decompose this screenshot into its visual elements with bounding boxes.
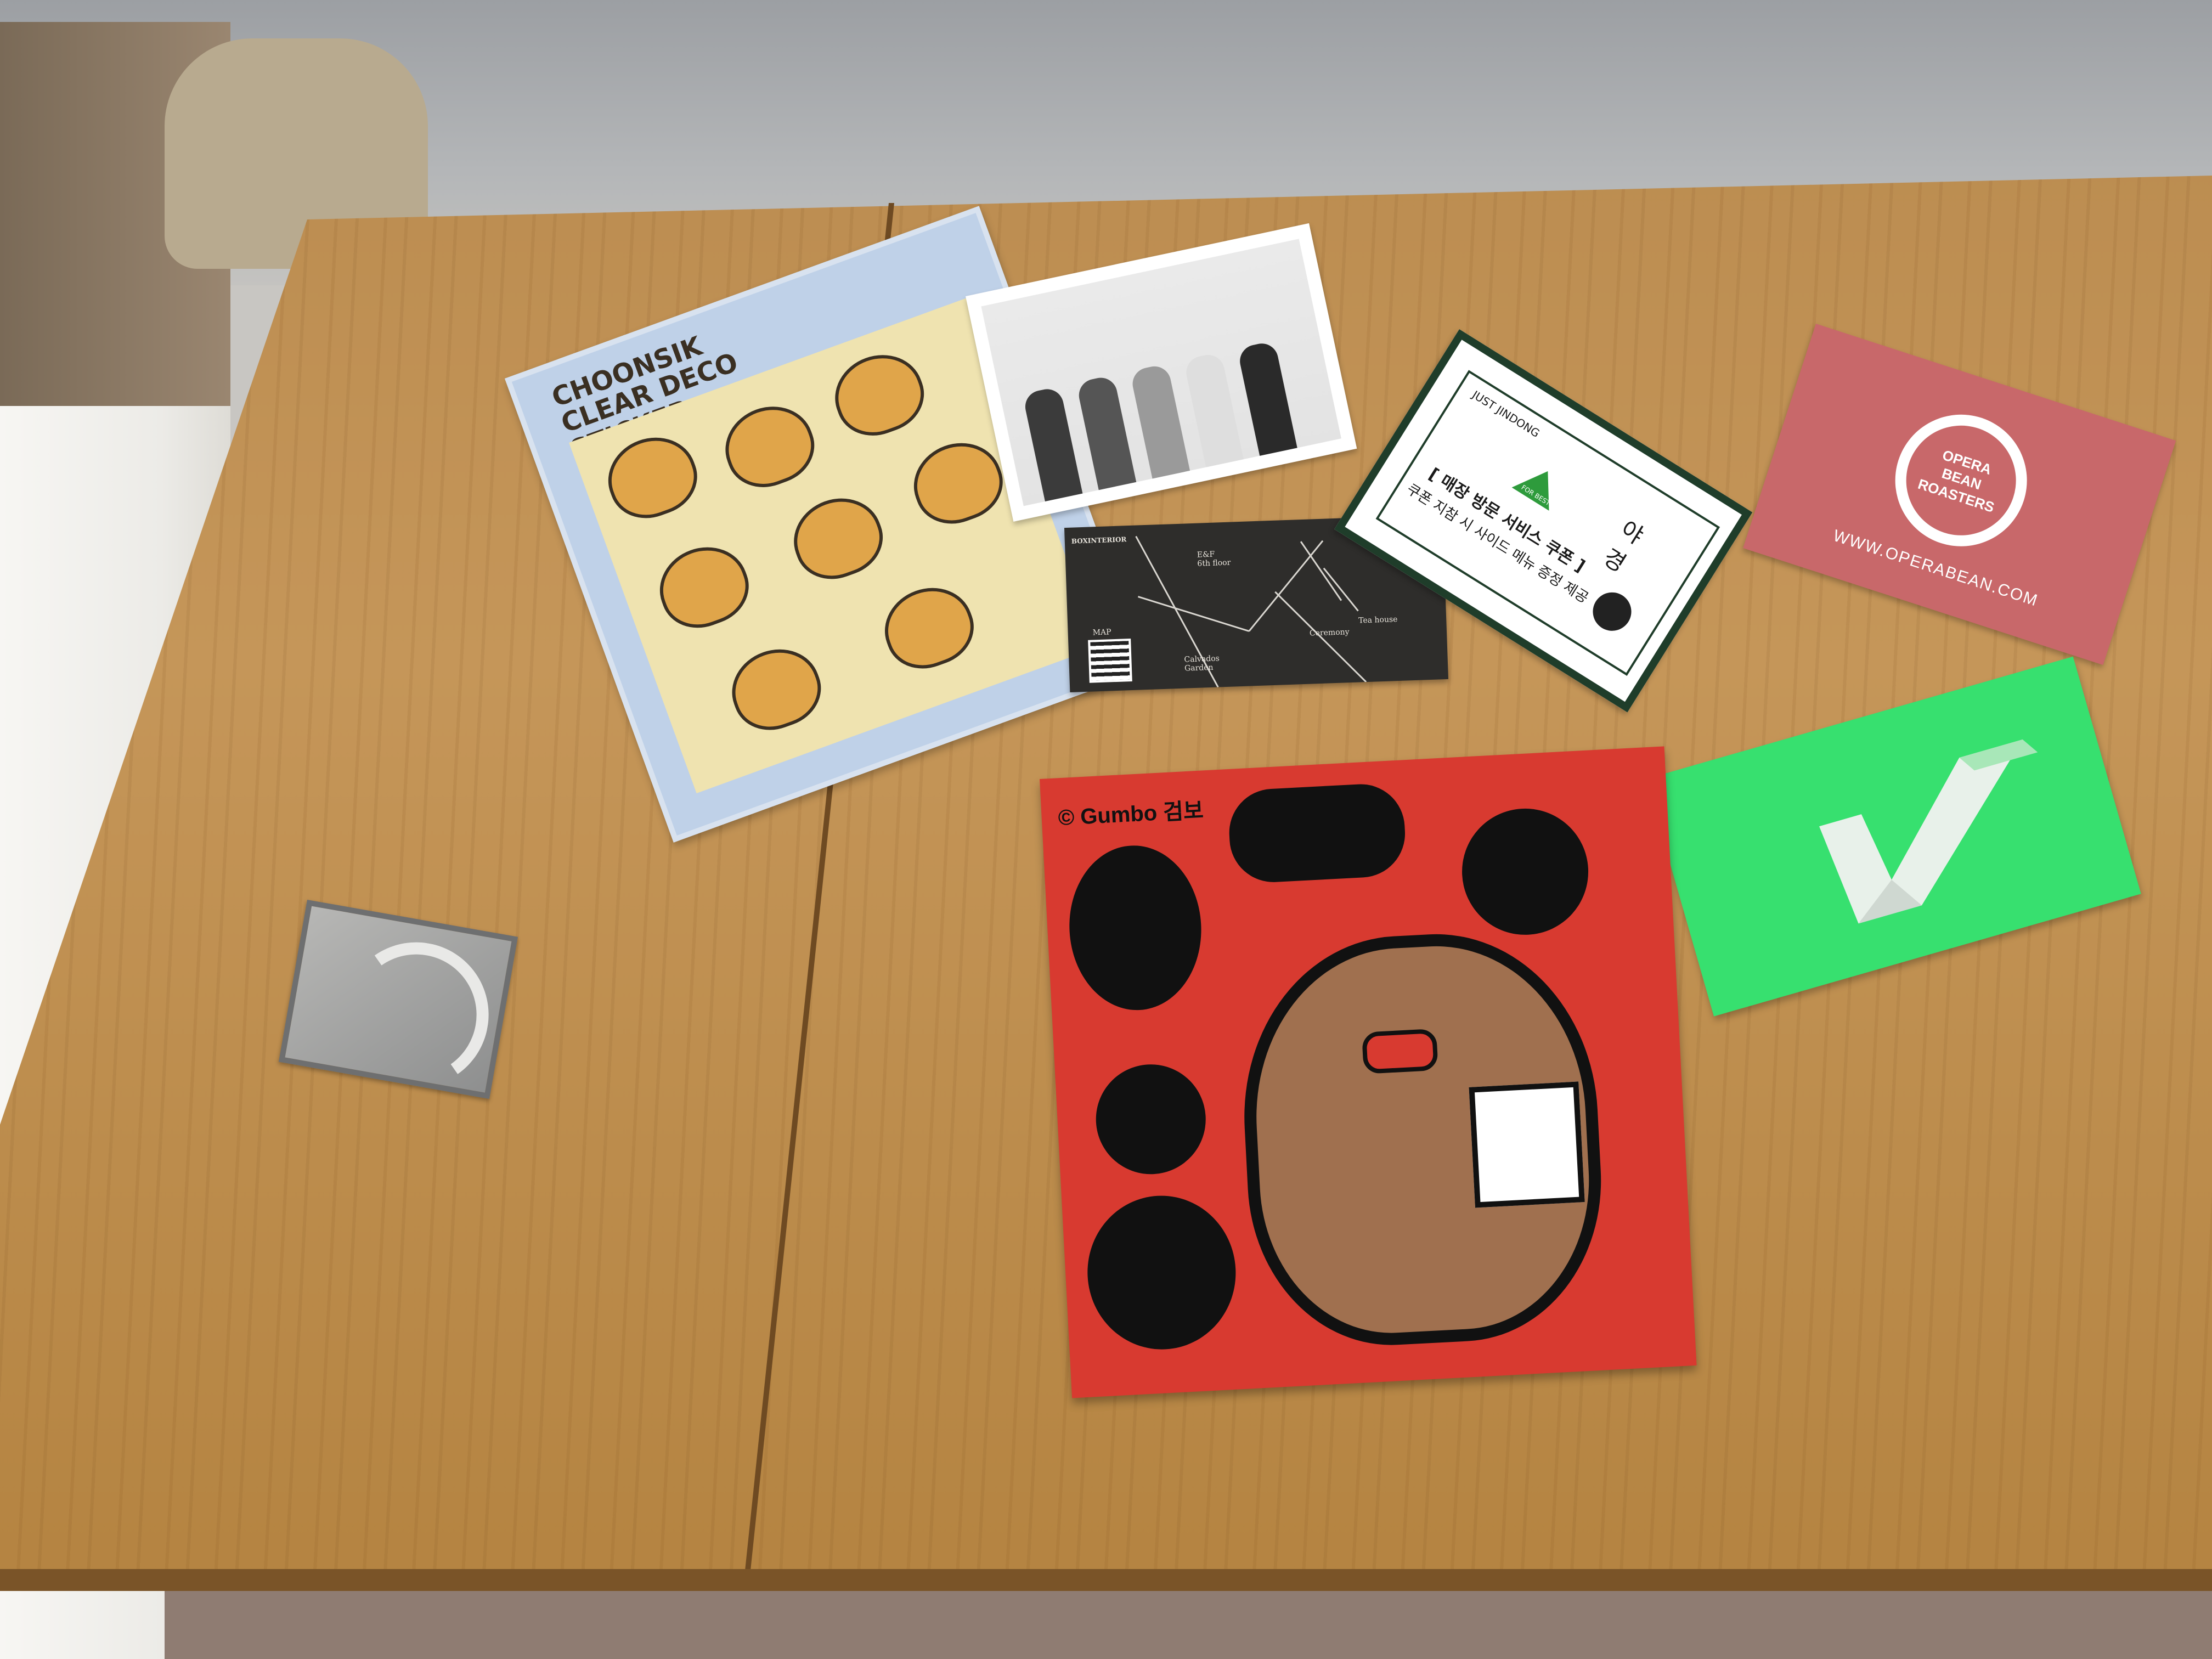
qr-code bbox=[1088, 639, 1132, 683]
person-figure bbox=[1237, 340, 1297, 456]
ketchup-bottle-sticker bbox=[1227, 782, 1408, 884]
cat-sticker bbox=[714, 394, 825, 498]
map-garden-label: Calvados Garden bbox=[1184, 654, 1220, 673]
map-floor-label: E&F 6th floor bbox=[1197, 550, 1231, 568]
bear-bag bbox=[1469, 1081, 1585, 1208]
gumbo-brand: © Gumbo 검보 bbox=[1057, 792, 1204, 832]
opera-bean-logo: OPERA BEAN ROASTERS bbox=[1878, 397, 2044, 563]
copyright-icon: © bbox=[1057, 805, 1075, 831]
bear-sticker bbox=[1235, 926, 1610, 1352]
map-tea-label: Tea house bbox=[1358, 615, 1398, 625]
cat-sticker bbox=[823, 343, 934, 447]
cat-sticker bbox=[782, 486, 893, 590]
cat-sticker bbox=[648, 535, 759, 639]
cat-sticker bbox=[902, 431, 1013, 535]
person-figure bbox=[1129, 363, 1190, 479]
tomato-sticker bbox=[1084, 1192, 1240, 1353]
map-ceremony-label: Ceremony bbox=[1309, 628, 1350, 638]
tomato-sticker bbox=[1459, 805, 1592, 938]
person-figure bbox=[1076, 375, 1137, 490]
cat-sticker bbox=[721, 637, 831, 741]
gumbo-brand-text: Gumbo bbox=[1080, 800, 1158, 830]
person-figure bbox=[1183, 352, 1244, 467]
cat-sticker bbox=[597, 425, 708, 529]
table-edge bbox=[0, 1569, 2212, 1591]
cat-sticker bbox=[873, 575, 984, 680]
photo-scene: CHOONSIK CLEAR DECO STICKER bbox=[0, 0, 2212, 1659]
gumbo-brand-korean: 검보 bbox=[1163, 798, 1204, 825]
bear-mouth bbox=[1361, 1028, 1438, 1074]
person-figure bbox=[1022, 386, 1083, 502]
map-label: MAP bbox=[1092, 628, 1111, 637]
corndog-sticker bbox=[1065, 842, 1206, 1014]
sausage-sticker bbox=[1093, 1062, 1209, 1177]
gumbo-sticker-sheet: © Gumbo 검보 bbox=[1040, 746, 1697, 1398]
swirl-graphic bbox=[332, 930, 500, 1099]
